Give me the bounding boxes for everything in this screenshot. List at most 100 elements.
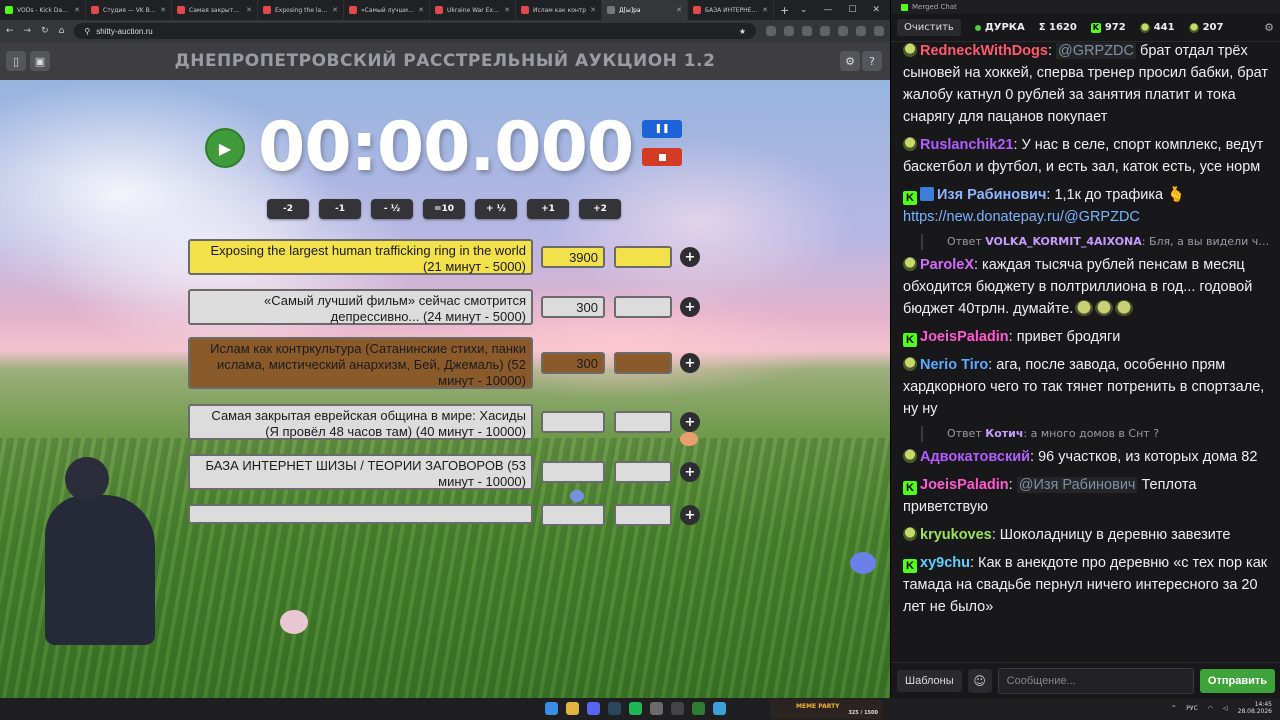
settings-gear-icon[interactable]: ⚙ [840, 51, 860, 71]
extension-icon[interactable] [820, 26, 830, 36]
lot-add-amount-input[interactable] [614, 352, 672, 374]
emoji-icon[interactable]: ☺ [967, 668, 992, 693]
lot-add-button[interactable]: + [680, 297, 700, 317]
send-button[interactable]: Отправить [1199, 668, 1275, 693]
discord-icon[interactable] [587, 702, 600, 715]
lot-add-amount-input[interactable] [614, 411, 672, 433]
tab-close-icon[interactable]: ✕ [418, 6, 424, 14]
meme-party-widget[interactable]: MEME PARTY 325 / 1500 [770, 699, 882, 719]
close-icon[interactable]: ✕ [872, 5, 880, 15]
lot-name-input[interactable]: Ислам как контркультура (Сатанинские сти… [188, 337, 533, 389]
new-tab-button[interactable]: + [774, 4, 795, 17]
time-adjust-button[interactable]: - ½ [371, 199, 413, 219]
app-icon[interactable] [692, 702, 705, 715]
bookmark-star-icon[interactable]: ★ [739, 27, 746, 36]
sidebar-toggle-icon[interactable]: ▯ [6, 51, 26, 71]
lot-add-button[interactable]: + [680, 247, 700, 267]
tab-close-icon[interactable]: ✕ [762, 6, 768, 14]
browser-tab[interactable]: БАЗА ИНТЕРНЕТ Ш ✕ [688, 0, 774, 20]
browser-tab[interactable]: Д[ы]ра ✕ [602, 0, 688, 20]
language-indicator[interactable]: РУС [1186, 705, 1197, 712]
lot-add-button[interactable]: + [680, 412, 700, 432]
lot-name-input[interactable] [188, 504, 533, 524]
tab-close-icon[interactable]: ✕ [246, 6, 252, 14]
chat-username[interactable]: xy9chu [920, 555, 970, 571]
chrome-icon[interactable] [566, 702, 579, 715]
tab-close-icon[interactable]: ✕ [504, 6, 510, 14]
extension-icon[interactable] [838, 26, 848, 36]
lot-add-button[interactable]: + [680, 462, 700, 482]
volume-icon[interactable]: ◁ [1223, 705, 1228, 712]
help-icon[interactable]: ? [862, 51, 882, 71]
extension-icon[interactable] [766, 26, 776, 36]
lot-amount-field[interactable]: 300 [541, 296, 605, 318]
tab-close-icon[interactable]: ✕ [74, 6, 80, 14]
tab-close-icon[interactable]: ✕ [332, 6, 338, 14]
pause-button[interactable]: ❚❚ [642, 120, 682, 138]
lot-amount-field[interactable]: 3900 [541, 246, 605, 268]
tab-close-icon[interactable]: ✕ [160, 6, 166, 14]
lot-name-input[interactable]: Самая закрытая еврейская община в мире: … [188, 404, 533, 440]
app-icon[interactable] [713, 702, 726, 715]
lot-name-input[interactable]: «Самый лучший фильм» сейчас смотрится де… [188, 289, 533, 325]
chat-mention[interactable]: @Изя Рабинович [1016, 477, 1138, 493]
extension-icon[interactable] [802, 26, 812, 36]
lot-name-input[interactable]: Exposing the largest human trafficking r… [188, 239, 533, 275]
chat-settings-gear-icon[interactable]: ⚙ [1264, 21, 1274, 34]
stop-button[interactable] [642, 148, 682, 166]
lot-add-amount-input[interactable] [614, 246, 672, 268]
browser-tab[interactable]: «Самый лучший ф ✕ [344, 0, 430, 20]
lot-add-amount-input[interactable] [614, 296, 672, 318]
browser-tab[interactable]: Ислам как контр ✕ [516, 0, 602, 20]
browser-tab[interactable]: Ukraine War Expo ✕ [430, 0, 516, 20]
browser-tab[interactable]: VODs - Kick Dashbo ✕ [0, 0, 86, 20]
message-input[interactable]: Сообщение... [997, 667, 1194, 694]
tray-chevron-icon[interactable]: ^ [1171, 705, 1176, 712]
obs-icon[interactable] [650, 702, 663, 715]
chat-mention[interactable]: @GRPZDC [1056, 43, 1136, 59]
clear-chat-button[interactable]: Очистить [897, 19, 961, 36]
app-icon[interactable] [671, 702, 684, 715]
forward-icon[interactable]: → [24, 26, 32, 36]
lot-add-amount-input[interactable] [614, 504, 672, 526]
wifi-icon[interactable]: ◠ [1208, 705, 1213, 712]
minimize-icon[interactable]: — [823, 5, 832, 15]
lot-add-amount-input[interactable] [614, 461, 672, 483]
chat-username[interactable]: RedneckWithDogs [920, 43, 1048, 59]
extension-icon[interactable] [784, 26, 794, 36]
time-adjust-button[interactable]: +1 [527, 199, 569, 219]
lot-amount-field[interactable]: 300 [541, 352, 605, 374]
reload-icon[interactable]: ↻ [41, 26, 49, 36]
site-info-icon[interactable]: ⚲ [84, 27, 90, 36]
tab-close-icon[interactable]: ✕ [676, 6, 682, 14]
chat-username[interactable]: Nerio Tiro [920, 357, 988, 373]
maximize-icon[interactable]: ☐ [848, 5, 856, 15]
time-adjust-button[interactable]: + ½ [475, 199, 517, 219]
play-button[interactable]: ▶ [205, 128, 245, 168]
profile-icon[interactable] [856, 26, 866, 36]
browser-tab[interactable]: Exposing the large ✕ [258, 0, 344, 20]
start-icon[interactable] [545, 702, 558, 715]
chat-username[interactable]: JoeisPaladin [920, 329, 1009, 345]
chat-username[interactable]: ParoleX [920, 257, 974, 273]
save-icon[interactable]: ▣ [30, 51, 50, 71]
chat-username[interactable]: JoeisPaladin [920, 477, 1009, 493]
chat-username[interactable]: Адвокатовский [920, 449, 1030, 465]
home-icon[interactable]: ⌂ [59, 26, 65, 36]
templates-button[interactable]: Шаблоны [897, 669, 962, 692]
spotify-icon[interactable] [629, 702, 642, 715]
chat-link[interactable]: https://new.donatepay.ru/@GRPZDC [903, 209, 1140, 225]
browser-tab[interactable]: Самая закрытая е ✕ [172, 0, 258, 20]
tab-close-icon[interactable]: ✕ [590, 6, 596, 14]
clock[interactable]: 14:45 28.08.2026 [1238, 701, 1272, 715]
chevron-down-icon[interactable]: ⌄ [800, 5, 808, 15]
lot-add-button[interactable]: + [680, 505, 700, 525]
time-adjust-button[interactable]: -2 [267, 199, 309, 219]
chat-username[interactable]: Изя Рабинович [937, 187, 1046, 203]
time-adjust-button[interactable]: -1 [319, 199, 361, 219]
menu-icon[interactable] [874, 26, 884, 36]
lot-amount-field[interactable] [541, 461, 605, 483]
time-adjust-button[interactable]: +2 [579, 199, 621, 219]
back-icon[interactable]: ← [6, 26, 14, 36]
url-field[interactable]: ⚲ shitty-auction.ru ★ [74, 23, 756, 39]
